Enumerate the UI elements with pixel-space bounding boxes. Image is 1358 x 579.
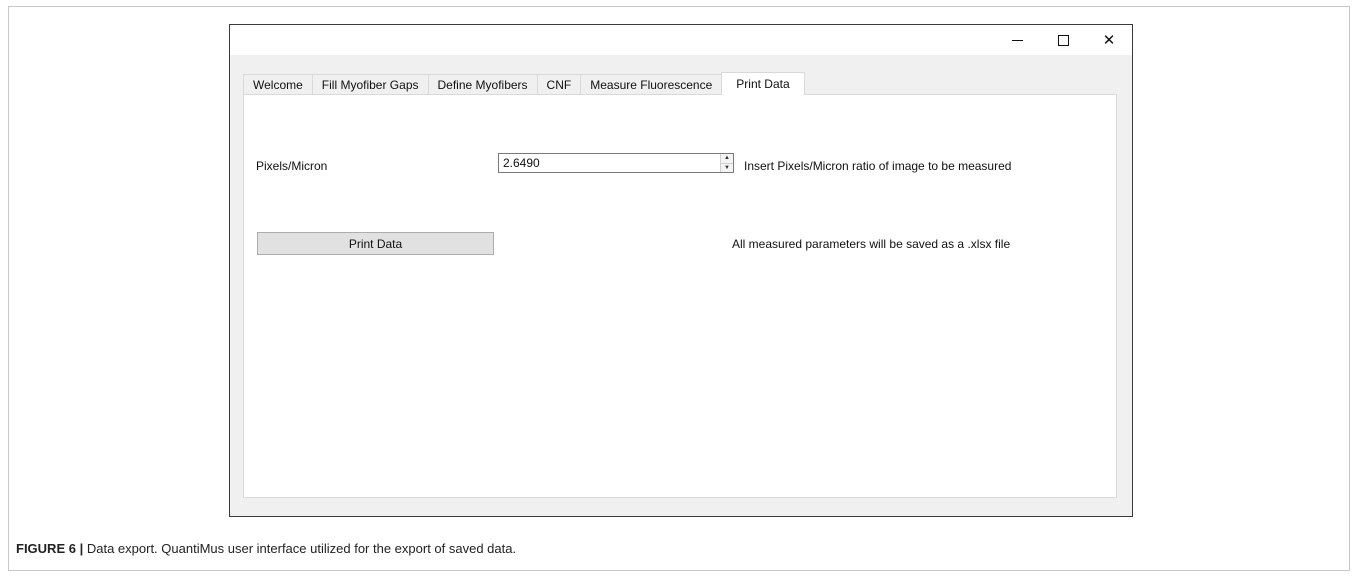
title-bar: ✕: [230, 25, 1132, 55]
save-format-hint: All measured parameters will be saved as…: [732, 237, 1011, 251]
spin-down-icon[interactable]: ▼: [721, 162, 733, 173]
tab-cnf[interactable]: CNF: [536, 74, 582, 95]
spin-up-icon[interactable]: ▲: [721, 154, 733, 163]
figure-caption: FIGURE 6 | Data export. QuantiMus user i…: [16, 541, 516, 556]
tab-bar: Welcome Fill Myofiber Gaps Define Myofib…: [243, 72, 805, 95]
pixels-per-micron-label: Pixels/Micron: [256, 159, 328, 173]
caption-text: Data export. QuantiMus user interface ut…: [86, 541, 517, 556]
tab-define-myofibers[interactable]: Define Myofibers: [427, 74, 538, 95]
pixels-ratio-hint: Insert Pixels/Micron ratio of image to b…: [744, 159, 1012, 173]
tab-welcome[interactable]: Welcome: [243, 74, 313, 95]
tab-measure-fluorescence[interactable]: Measure Fluorescence: [580, 74, 723, 95]
close-icon: ✕: [1102, 31, 1116, 49]
app-window: ✕ Welcome Fill Myofiber Gaps Define Myof…: [229, 24, 1133, 517]
spin-arrows: ▲ ▼: [720, 154, 733, 172]
figure-number: FIGURE 6: [16, 541, 76, 556]
minimize-icon: [1011, 39, 1023, 41]
tab-print-data[interactable]: Print Data: [721, 72, 805, 95]
tab-fill-myofiber-gaps[interactable]: Fill Myofiber Gaps: [311, 74, 429, 95]
print-data-panel: Pixels/Micron ▲ ▼ Insert Pixels/Micron r…: [243, 94, 1117, 498]
close-button[interactable]: ✕: [1086, 25, 1132, 55]
print-data-button[interactable]: Print Data: [257, 232, 494, 255]
maximize-button[interactable]: [1040, 25, 1086, 55]
pixels-per-micron-spinbox[interactable]: ▲ ▼: [498, 153, 734, 173]
maximize-icon: [1057, 34, 1069, 46]
pixels-per-micron-input[interactable]: [499, 154, 720, 172]
caption-separator: |: [79, 541, 84, 556]
minimize-button[interactable]: [994, 25, 1040, 55]
